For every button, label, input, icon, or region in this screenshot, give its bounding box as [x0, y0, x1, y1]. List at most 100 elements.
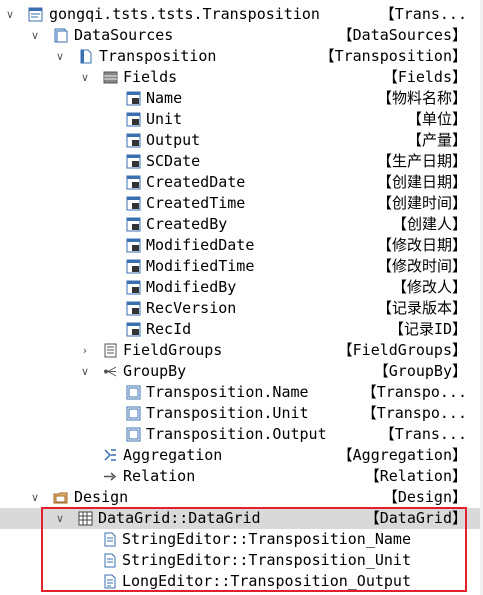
- field-item-recid[interactable]: RecId 【记录ID】: [0, 319, 483, 340]
- field-icon: [126, 133, 141, 148]
- tree-node-tag: 【Trans...: [379, 5, 467, 23]
- tree-node-tag: 【产量】: [406, 131, 467, 149]
- tree-node-label: Transposition: [99, 47, 217, 65]
- aot-tree-view[interactable]: ∨ gongqi.tsts.tsts.Transposition 【Trans.…: [0, 0, 483, 595]
- groupby-item-unit[interactable]: Transposition.Unit 【Transpo...: [0, 403, 483, 424]
- field-icon: [126, 280, 141, 295]
- tree-node-tag: 【Transposition】: [319, 47, 467, 65]
- datagrid-icon: [78, 511, 93, 526]
- tree-node-tag: 【DataSources】: [337, 26, 467, 44]
- field-item-modifieddate[interactable]: ModifiedDate 【修改日期】: [0, 235, 483, 256]
- tree-node-aggregation[interactable]: Aggregation 【Aggregation】: [0, 445, 483, 466]
- groupby-item-name[interactable]: Transposition.Name 【Transpo...: [0, 382, 483, 403]
- chevron-down-icon[interactable]: ∨: [29, 25, 41, 46]
- chevron-down-icon[interactable]: ∨: [29, 487, 41, 508]
- datasources-icon: [53, 28, 68, 43]
- field-item-createdby[interactable]: CreatedBy 【创建人】: [0, 214, 483, 235]
- tree-node-tag: 【Design】: [382, 488, 467, 506]
- tree-node-fields[interactable]: ∨ Fields 【Fields】: [0, 67, 483, 88]
- chevron-down-icon[interactable]: ∨: [54, 508, 66, 529]
- field-item-name[interactable]: Name 【物料名称】: [0, 88, 483, 109]
- tree-node-tag: 【Transpo...: [361, 404, 467, 422]
- tree-node-datagrid[interactable]: ∨ DataGrid::DataGrid 【DataGrid】: [0, 508, 483, 529]
- tree-node-label: gongqi.tsts.tsts.Transposition: [49, 5, 320, 23]
- tree-node-relation[interactable]: Relation 【Relation】: [0, 466, 483, 487]
- groupby-item-output[interactable]: Transposition.Output 【Trans...: [0, 424, 483, 445]
- tree-node-root[interactable]: ∨ gongqi.tsts.tsts.Transposition 【Trans.…: [0, 4, 483, 25]
- tree-node-tag: 【DataGrid】: [364, 509, 467, 527]
- tree-node-label: Output: [146, 131, 201, 149]
- tree-node-tag: 【Fields】: [382, 68, 467, 86]
- tree-node-datasources[interactable]: ∨ DataSources 【DataSources】: [0, 25, 483, 46]
- chevron-down-icon[interactable]: ∨: [4, 4, 16, 25]
- groupby-field-icon: [126, 385, 141, 400]
- tree-node-label: DataGrid::DataGrid: [98, 509, 261, 527]
- field-item-recversion[interactable]: RecVersion 【记录版本】: [0, 298, 483, 319]
- tree-node-tag: 【物料名称】: [376, 89, 467, 107]
- tree-node-tag: 【创建人】: [391, 215, 467, 233]
- tree-node-tag: 【GroupBy】: [373, 362, 467, 380]
- field-item-createdtime[interactable]: CreatedTime 【创建时间】: [0, 193, 483, 214]
- field-icon: [126, 196, 141, 211]
- tree-node-tag: 【FieldGroups】: [337, 341, 467, 359]
- tree-node-tag: 【单位】: [406, 110, 467, 128]
- table-icon: [78, 49, 93, 64]
- tree-node-label: StringEditor::Transposition_Name: [122, 530, 411, 548]
- tree-node-label: DataSources: [74, 26, 174, 44]
- tree-node-label: Fields: [123, 68, 178, 86]
- field-item-modifiedby[interactable]: ModifiedBy 【修改人】: [0, 277, 483, 298]
- tree-node-label: ModifiedDate: [146, 236, 255, 254]
- editor-item-output[interactable]: LongEditor::Transposition_Output: [0, 571, 483, 592]
- tree-node-tag: 【记录ID】: [388, 320, 467, 338]
- tree-node-label: Aggregation: [123, 446, 223, 464]
- tree-node-label: RecVersion: [146, 299, 237, 317]
- tree-node-tag: 【Transpo...: [361, 383, 467, 401]
- tree-node-label: ModifiedBy: [146, 278, 237, 296]
- tree-node-tag: 【创建时间】: [376, 194, 467, 212]
- relation-icon: [103, 469, 118, 484]
- chevron-down-icon[interactable]: ∨: [79, 67, 91, 88]
- field-item-scdate[interactable]: SCDate 【生产日期】: [0, 151, 483, 172]
- field-item-createddate[interactable]: CreatedDate 【创建日期】: [0, 172, 483, 193]
- chevron-right-icon[interactable]: ›: [79, 340, 91, 361]
- groupby-field-icon: [126, 427, 141, 442]
- tree-node-transposition[interactable]: ∨ Transposition 【Transposition】: [0, 46, 483, 67]
- editor-item-name[interactable]: StringEditor::Transposition_Name: [0, 529, 483, 550]
- tree-node-label: FieldGroups: [123, 341, 223, 359]
- tree-node-tag: 【修改日期】: [376, 236, 467, 254]
- tree-node-label: Transposition.Output: [146, 425, 327, 443]
- form-icon: [28, 7, 43, 22]
- fieldgroups-icon: [103, 343, 118, 358]
- field-item-output[interactable]: Output 【产量】: [0, 130, 483, 151]
- long-editor-icon: [102, 574, 117, 589]
- tree-node-tag: 【记录版本】: [376, 299, 467, 317]
- tree-node-label: CreatedDate: [146, 173, 246, 191]
- tree-node-label: Relation: [123, 467, 196, 485]
- field-item-unit[interactable]: Unit 【单位】: [0, 109, 483, 130]
- tree-node-label: RecId: [146, 320, 192, 338]
- editor-item-unit[interactable]: StringEditor::Transposition_Unit: [0, 550, 483, 571]
- tree-node-tag: 【创建日期】: [376, 173, 467, 191]
- tree-node-label: Design: [74, 488, 129, 506]
- design-icon: [53, 490, 68, 505]
- tree-node-label: SCDate: [146, 152, 201, 170]
- fields-icon: [103, 70, 118, 85]
- tree-node-label: LongEditor::Transposition_Output: [122, 572, 411, 590]
- tree-node-fieldgroups[interactable]: › FieldGroups 【FieldGroups】: [0, 340, 483, 361]
- tree-node-tag: 【Aggregation】: [337, 446, 467, 464]
- tree-node-tag: 【Trans...: [379, 425, 467, 443]
- field-icon: [126, 322, 141, 337]
- field-item-modifiedtime[interactable]: ModifiedTime 【修改时间】: [0, 256, 483, 277]
- string-editor-icon: [102, 553, 117, 568]
- tree-node-tag: 【修改人】: [391, 278, 467, 296]
- groupby-field-icon: [126, 406, 141, 421]
- tree-node-groupby[interactable]: ∨ GroupBy 【GroupBy】: [0, 361, 483, 382]
- chevron-down-icon[interactable]: ∨: [79, 361, 91, 382]
- tree-node-tag: 【生产日期】: [376, 152, 467, 170]
- string-editor-icon: [102, 532, 117, 547]
- field-icon: [126, 154, 141, 169]
- tree-node-tag: 【Relation】: [364, 467, 467, 485]
- tree-node-design[interactable]: ∨ Design 【Design】: [0, 487, 483, 508]
- field-icon: [126, 175, 141, 190]
- chevron-down-icon[interactable]: ∨: [54, 46, 66, 67]
